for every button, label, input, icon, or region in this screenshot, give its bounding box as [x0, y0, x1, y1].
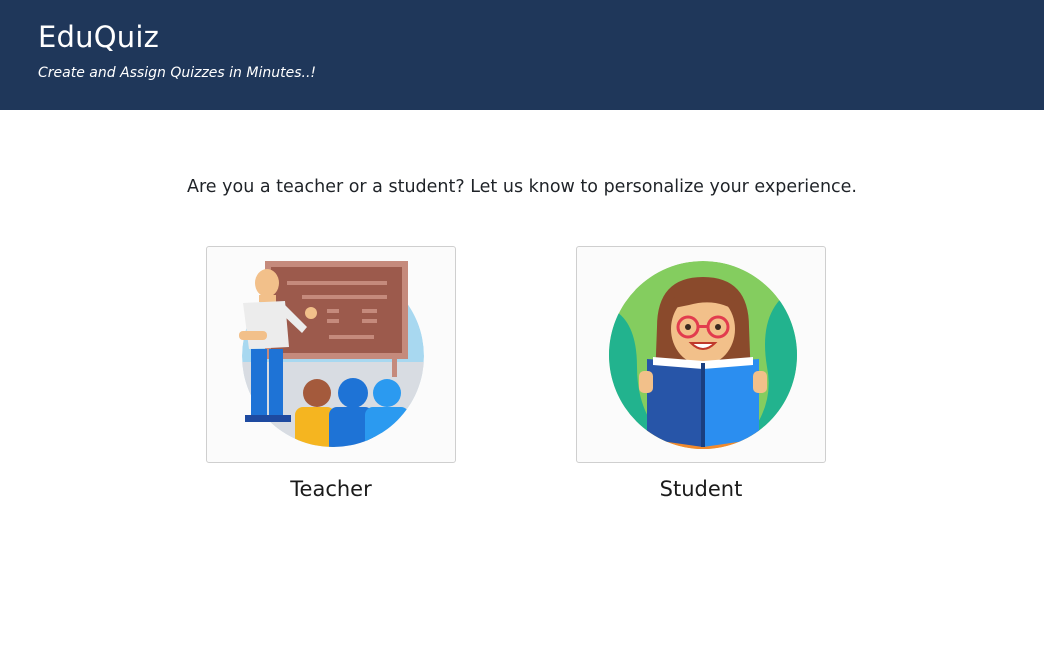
app-header: EduQuiz Create and Assign Quizzes in Min… [0, 0, 1044, 110]
teacher-role-label[interactable]: Teacher [206, 477, 456, 501]
app-tagline: Create and Assign Quizzes in Minutes..! [38, 65, 317, 81]
teacher-classroom-illustration [239, 261, 424, 447]
teacher-role-card[interactable] [206, 246, 456, 463]
role-prompt: Are you a teacher or a student? Let us k… [187, 177, 857, 197]
student-role-label[interactable]: Student [576, 477, 826, 501]
student-role-card[interactable] [576, 246, 826, 463]
app-title[interactable]: EduQuiz [38, 20, 159, 54]
student-reading-illustration [609, 261, 797, 449]
